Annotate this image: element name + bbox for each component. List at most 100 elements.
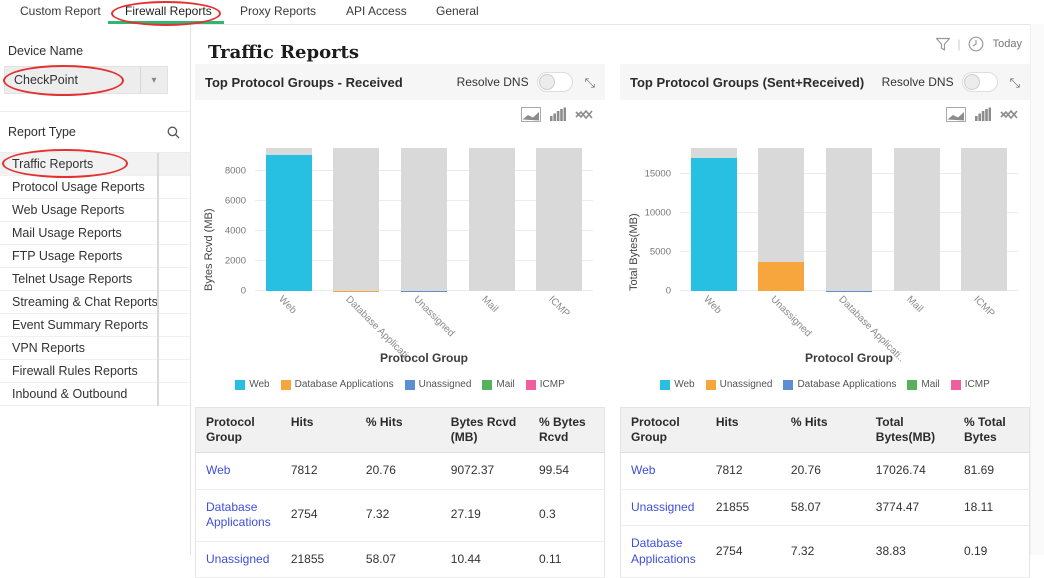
area-chart-icon[interactable]	[521, 107, 541, 122]
table-cell: 20.76	[781, 453, 866, 490]
legend-item-web[interactable]: Web	[235, 379, 269, 390]
sidebar-item-inbound-outbound[interactable]: Inbound & Outbound	[0, 383, 190, 406]
sidebar-item-traffic-reports[interactable]: Traffic Reports	[0, 153, 190, 176]
toggle-knob	[964, 74, 980, 90]
tab-proxy-reports[interactable]: Proxy Reports	[240, 0, 316, 23]
protocol-link-web[interactable]: Web	[196, 453, 281, 490]
protocol-table: Protocol GroupHits% HitsTotal Bytes(MB)%…	[620, 407, 1030, 578]
legend-item-unassigned[interactable]: Unassigned	[405, 379, 472, 390]
legend-label: Web	[674, 379, 694, 390]
x-tick-label: Unassigned	[411, 294, 456, 339]
column-header-hits: Hits	[706, 408, 781, 453]
y-tick-label: 10000	[645, 207, 671, 218]
report-panel-received: Top Protocol Groups - Received Resolve D…	[195, 64, 605, 578]
x-axis-title: Protocol Group	[243, 351, 605, 365]
column-header-hits: Hits	[281, 408, 356, 453]
table-cell: 17026.74	[866, 453, 954, 490]
filter-icon[interactable]	[935, 37, 951, 52]
table-cell: 9072.37	[441, 453, 529, 490]
legend-swatch	[783, 380, 793, 390]
sidebar-item-firewall-rules-reports[interactable]: Firewall Rules Reports	[0, 360, 190, 383]
y-tick-label: 4000	[225, 226, 246, 237]
divider: |	[958, 37, 961, 51]
table-cell: 0.3	[529, 489, 605, 541]
sidebar-item-web-usage-reports[interactable]: Web Usage Reports	[0, 199, 190, 222]
resolve-dns-label: Resolve DNS	[457, 75, 529, 89]
legend-label: Database Applications	[797, 379, 896, 390]
clock-icon[interactable]	[968, 36, 984, 52]
page-title: Traffic Reports	[208, 42, 359, 63]
line-chart-icon[interactable]	[1000, 108, 1018, 121]
panel-header: Top Protocol Groups - Received Resolve D…	[195, 64, 605, 100]
line-chart-icon[interactable]	[575, 108, 593, 121]
x-tick-label: Web	[276, 294, 298, 316]
table-cell: 81.69	[954, 453, 1030, 490]
expand-icon[interactable]: ⤡	[585, 76, 595, 89]
panel-header: Top Protocol Groups (Sent+Received) Reso…	[620, 64, 1030, 100]
sidebar-item-vpn-reports[interactable]: VPN Reports	[0, 337, 190, 360]
column-header-hits: % Hits	[356, 408, 441, 453]
legend-item-mail[interactable]: Mail	[907, 379, 939, 390]
resolve-dns-toggle[interactable]	[537, 72, 573, 92]
time-period-label[interactable]: Today	[993, 38, 1022, 50]
sidebar-item-telnet-usage-reports[interactable]: Telnet Usage Reports	[0, 268, 190, 291]
protocol-link-database-applications[interactable]: Database Applications	[196, 489, 281, 541]
table-cell: 20.76	[356, 453, 441, 490]
table-cell: 7.32	[781, 526, 866, 578]
protocol-link-unassigned[interactable]: Unassigned	[196, 541, 281, 578]
legend-label: Mail	[496, 379, 514, 390]
legend-item-unassigned[interactable]: Unassigned	[706, 379, 773, 390]
protocol-link-database-applications[interactable]: Database Applications	[621, 526, 706, 578]
legend-item-icmp[interactable]: ICMP	[951, 379, 990, 390]
page-scrollbar[interactable]	[1030, 24, 1044, 555]
table-row: Database Applications27547.3227.190.3	[196, 489, 605, 541]
column-header-total-bytes: % Total Bytes	[954, 408, 1030, 453]
bar-chart-icon[interactable]	[550, 107, 566, 121]
sidebar-item-streaming-chat-reports[interactable]: Streaming & Chat Reports	[0, 291, 190, 314]
bar-web	[691, 158, 737, 291]
y-tick-label: 6000	[225, 196, 246, 207]
tab-firewall-reports[interactable]: Firewall Reports	[125, 0, 212, 23]
legend-item-mail[interactable]: Mail	[482, 379, 514, 390]
y-axis-label: Total Bytes(MB)	[628, 148, 640, 291]
chart-type-switcher	[195, 104, 605, 124]
search-icon[interactable]	[167, 126, 180, 139]
expand-icon[interactable]: ⤡	[1010, 76, 1020, 89]
legend-item-database-applications[interactable]: Database Applications	[783, 379, 896, 390]
bar-track-mail	[894, 148, 940, 291]
sidebar-item-event-summary-reports[interactable]: Event Summary Reports	[0, 314, 190, 337]
area-chart-icon[interactable]	[946, 107, 966, 122]
sidebar-item-mail-usage-reports[interactable]: Mail Usage Reports	[0, 222, 190, 245]
list-scrollbar[interactable]	[157, 153, 159, 406]
device-select[interactable]: CheckPoint ▾	[4, 66, 168, 94]
report-type-label: Report Type	[8, 125, 76, 139]
table-row: Unassigned2185558.0710.440.11	[196, 541, 605, 578]
bar-unassigned	[758, 262, 804, 291]
protocol-link-web[interactable]: Web	[621, 453, 706, 490]
legend-item-web[interactable]: Web	[660, 379, 694, 390]
table-cell: 99.54	[529, 453, 605, 490]
table-cell: 21855	[706, 489, 781, 526]
sidebar-item-protocol-usage-reports[interactable]: Protocol Usage Reports	[0, 176, 190, 199]
resolve-dns-toggle[interactable]	[962, 72, 998, 92]
table-cell: 58.07	[781, 489, 866, 526]
chevron-down-icon[interactable]: ▾	[140, 67, 167, 93]
legend-swatch	[281, 380, 291, 390]
tab-general[interactable]: General	[436, 0, 479, 23]
panel-title: Top Protocol Groups (Sent+Received)	[630, 75, 864, 90]
sidebar-item-ftp-usage-reports[interactable]: FTP Usage Reports	[0, 245, 190, 268]
bar-chart-icon[interactable]	[975, 107, 991, 121]
legend-item-database-applications[interactable]: Database Applications	[281, 379, 394, 390]
protocol-link-unassigned[interactable]: Unassigned	[621, 489, 706, 526]
table-cell: 7812	[706, 453, 781, 490]
legend-label: ICMP	[540, 379, 565, 390]
tab-api-access[interactable]: API Access	[346, 0, 407, 23]
legend-item-icmp[interactable]: ICMP	[526, 379, 565, 390]
plot-area: 02000400060008000	[255, 148, 593, 291]
tab-custom-report[interactable]: Custom Report	[20, 0, 101, 23]
toggle-knob	[539, 74, 555, 90]
table-cell: 10.44	[441, 541, 529, 578]
x-axis-labels: WebDatabase Applicati..UnassignedMailICM…	[255, 291, 593, 347]
device-name-label: Device Name	[8, 44, 190, 58]
tab-bar: Custom Report Firewall Reports Proxy Repor…	[0, 0, 1044, 25]
